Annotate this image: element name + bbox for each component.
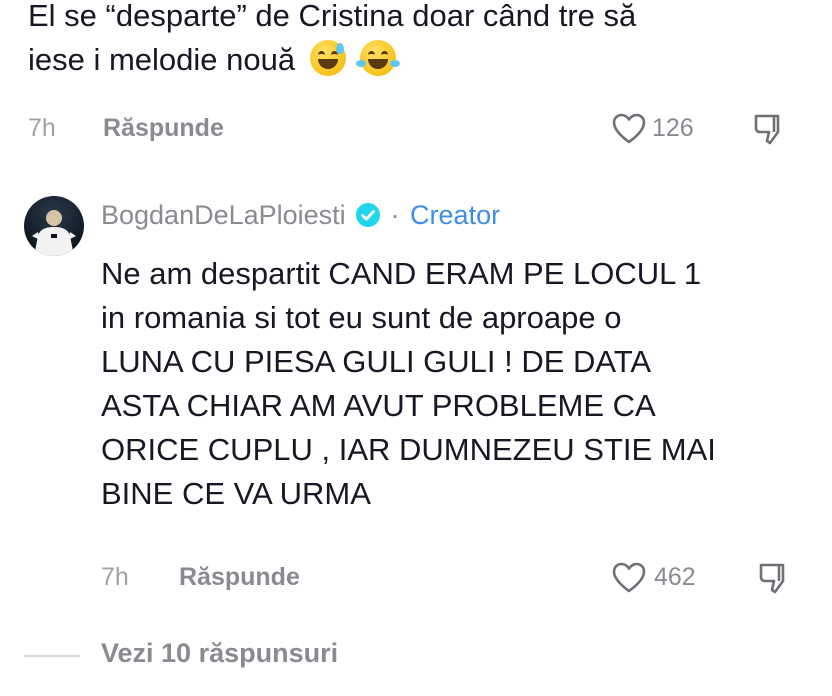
reply-comment-line: BINE CE VA URMA	[101, 476, 371, 511]
view-replies-button[interactable]: Vezi 10 răspunsuri	[101, 638, 338, 669]
reply-comment-line: in romania si tot eu sunt de aproape o	[101, 300, 622, 335]
replies-divider	[24, 655, 80, 657]
reply-comment-reply-button[interactable]: Răspunde	[179, 563, 300, 592]
separator-dot: ·	[390, 200, 400, 230]
author-name[interactable]: BogdanDeLaPloiesti	[101, 200, 346, 230]
verified-badge-icon	[356, 203, 381, 227]
joy-emoji-icon	[356, 40, 401, 76]
avatar[interactable]	[24, 196, 84, 256]
reply-comment-text: Ne am despartit CAND ERAM PE LOCUL 1 in …	[101, 252, 821, 516]
top-comment-line-2-text: iese i melodie nouă	[28, 42, 296, 77]
heart-icon	[612, 562, 646, 593]
top-comment-like-count: 126	[652, 114, 694, 142]
reply-comment-header: BogdanDeLaPloiesti · Creator	[101, 200, 500, 231]
reply-comment-time: 7h	[101, 563, 129, 591]
avatar-person-icon	[32, 210, 76, 256]
reply-comment-line: ORICE CUPLU , IAR DUMNEZEU STIE MAI	[101, 432, 716, 467]
top-comment-line-1: El se “desparte” de Cristina doar când t…	[28, 0, 637, 33]
reply-comment-line: LUNA CU PIESA GULI GULI ! DE DATA	[101, 344, 652, 379]
reply-comment-dislike-button[interactable]	[757, 561, 791, 595]
reply-comment-like-count: 462	[654, 563, 696, 591]
top-comment-line-2: iese i melodie nouă	[28, 38, 828, 82]
top-comment-time: 7h	[28, 114, 56, 142]
creator-label: Creator	[410, 200, 501, 230]
top-comment-dislike-button[interactable]	[752, 112, 786, 146]
reply-comment-like-button[interactable]: 462	[612, 560, 716, 596]
reply-comment-line: ASTA CHIAR AM AVUT PROBLEME CA	[101, 388, 656, 423]
heart-icon	[612, 113, 646, 144]
sweat-smile-emoji-icon	[309, 40, 346, 76]
top-comment-text: El se “desparte” de Cristina doar când t…	[28, 0, 828, 82]
thumbs-down-icon	[754, 114, 780, 145]
thumbs-down-icon	[759, 563, 785, 594]
reply-comment-line: Ne am despartit CAND ERAM PE LOCUL 1	[101, 256, 702, 291]
top-comment-like-button[interactable]: 126	[612, 111, 712, 147]
top-comment-reply-button[interactable]: Răspunde	[103, 114, 224, 143]
